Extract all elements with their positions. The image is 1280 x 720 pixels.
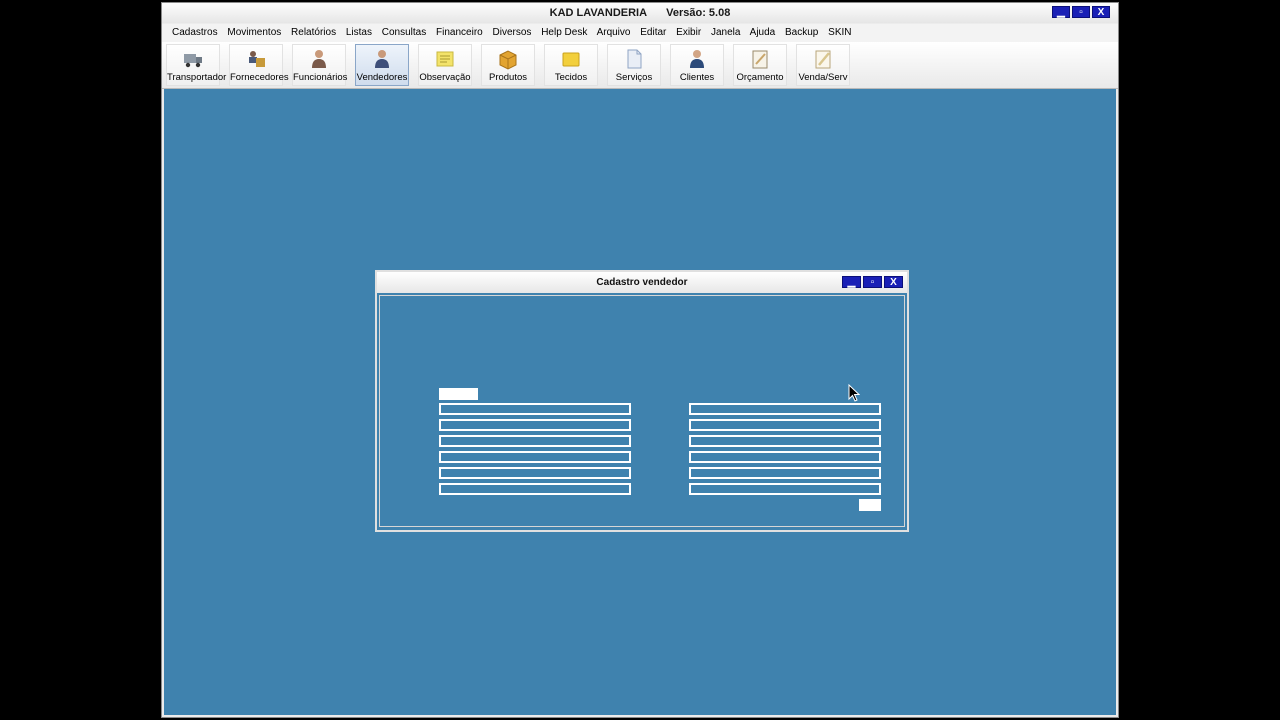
toolbar-button-produtos[interactable]: Produtos [481, 44, 535, 86]
dialog-title-bar: Cadastro vendedor ▁ ▫ X [377, 272, 907, 293]
budget-icon [752, 50, 768, 69]
dialog-maximize-button[interactable]: ▫ [863, 276, 882, 288]
close-button[interactable]: X [1092, 6, 1110, 18]
main-window: KAD LAVANDERIA Versão: 5.08 ▁ ▫ X Cadast… [161, 2, 1119, 718]
left-field-1[interactable] [439, 403, 631, 415]
salesman-icon [375, 50, 389, 68]
toolbar-label: Orçamento [736, 72, 784, 83]
right-field-5[interactable] [689, 467, 881, 479]
mdi-workspace: Cadastro vendedor ▁ ▫ X [164, 89, 1116, 715]
mouse-pointer-icon [848, 384, 860, 402]
client-icon [690, 50, 704, 68]
left-field-2[interactable] [439, 419, 631, 431]
document-icon [627, 49, 642, 69]
left-field-3[interactable] [439, 435, 631, 447]
toolbar-label: Vendedores [356, 72, 408, 83]
fabric-icon [562, 52, 580, 67]
toolbar-label: Clientes [679, 72, 715, 83]
dialog-body [379, 295, 905, 527]
app-version: Versão: 5.08 [666, 7, 731, 19]
code-field[interactable] [439, 388, 478, 400]
app-title: KAD LAVANDERIA [549, 7, 648, 19]
menu-item-financeiro[interactable]: Financeiro [436, 27, 483, 38]
toolbar-label: Observação [419, 72, 471, 83]
menu-item-ajuda[interactable]: Ajuda [750, 27, 776, 38]
toolbar-label: Serviços [615, 72, 653, 83]
small-action-box[interactable] [859, 499, 881, 511]
toolbar-button-orcamento[interactable]: Orçamento [733, 44, 787, 86]
menu-item-arquivo[interactable]: Arquivo [597, 27, 631, 38]
right-field-2[interactable] [689, 419, 881, 431]
right-field-6[interactable] [689, 483, 881, 495]
left-field-4[interactable] [439, 451, 631, 463]
suppliers-icon [249, 51, 265, 67]
toolbar-label: Produtos [488, 72, 528, 83]
right-field-3[interactable] [689, 435, 881, 447]
menu-item-relatorios[interactable]: Relatórios [291, 27, 336, 38]
left-field-5[interactable] [439, 467, 631, 479]
toolbar-button-clientes[interactable]: Clientes [670, 44, 724, 86]
toolbar: Transportador Fornecedores Funcionários … [162, 42, 1118, 89]
menu-item-help-desk[interactable]: Help Desk [541, 27, 587, 38]
sale-icon [815, 50, 831, 69]
maximize-button[interactable]: ▫ [1072, 6, 1090, 18]
dialog-close-button[interactable]: X [884, 276, 903, 288]
dialog-title: Cadastro vendedor [596, 277, 688, 288]
title-bar: KAD LAVANDERIA Versão: 5.08 ▁ ▫ X [162, 3, 1118, 23]
menu-bar: Cadastros Movimentos Relatórios Listas C… [162, 24, 1118, 42]
menu-item-cadastros[interactable]: Cadastros [172, 27, 218, 38]
truck-icon [184, 54, 202, 68]
toolbar-button-servicos[interactable]: Serviços [607, 44, 661, 86]
note-icon [436, 51, 454, 67]
toolbar-label: Fornecedores [230, 72, 289, 83]
dialog-minimize-button[interactable]: ▁ [842, 276, 861, 288]
toolbar-button-observacao[interactable]: Observação [418, 44, 472, 86]
toolbar-button-fornecedores[interactable]: Fornecedores [229, 44, 289, 86]
menu-item-editar[interactable]: Editar [640, 27, 666, 38]
cadastro-vendedor-window: Cadastro vendedor ▁ ▫ X [375, 270, 909, 532]
toolbar-label: Funcionários [293, 72, 348, 83]
toolbar-button-transportador[interactable]: Transportador [166, 44, 227, 86]
toolbar-label: Venda/Serv [798, 72, 848, 83]
menu-item-listas[interactable]: Listas [346, 27, 372, 38]
toolbar-label: Transportador [167, 72, 227, 83]
toolbar-button-funcionarios[interactable]: Funcionários [292, 44, 348, 86]
menu-item-consultas[interactable]: Consultas [382, 27, 426, 38]
menu-item-skin[interactable]: SKIN [828, 27, 851, 38]
box-icon [499, 50, 517, 70]
toolbar-button-vendedores[interactable]: Vendedores [355, 44, 409, 86]
menu-item-movimentos[interactable]: Movimentos [227, 27, 281, 38]
right-field-4[interactable] [689, 451, 881, 463]
toolbar-button-venda-serv[interactable]: Venda/Serv [796, 44, 850, 86]
right-field-1[interactable] [689, 403, 881, 415]
minimize-button[interactable]: ▁ [1052, 6, 1070, 18]
toolbar-label: Tecidos [554, 72, 588, 83]
menu-item-backup[interactable]: Backup [785, 27, 818, 38]
employee-icon [312, 50, 326, 68]
left-field-6[interactable] [439, 483, 631, 495]
menu-item-exibir[interactable]: Exibir [676, 27, 701, 38]
menu-item-diversos[interactable]: Diversos [493, 27, 532, 38]
toolbar-button-tecidos[interactable]: Tecidos [544, 44, 598, 86]
menu-item-janela[interactable]: Janela [711, 27, 740, 38]
